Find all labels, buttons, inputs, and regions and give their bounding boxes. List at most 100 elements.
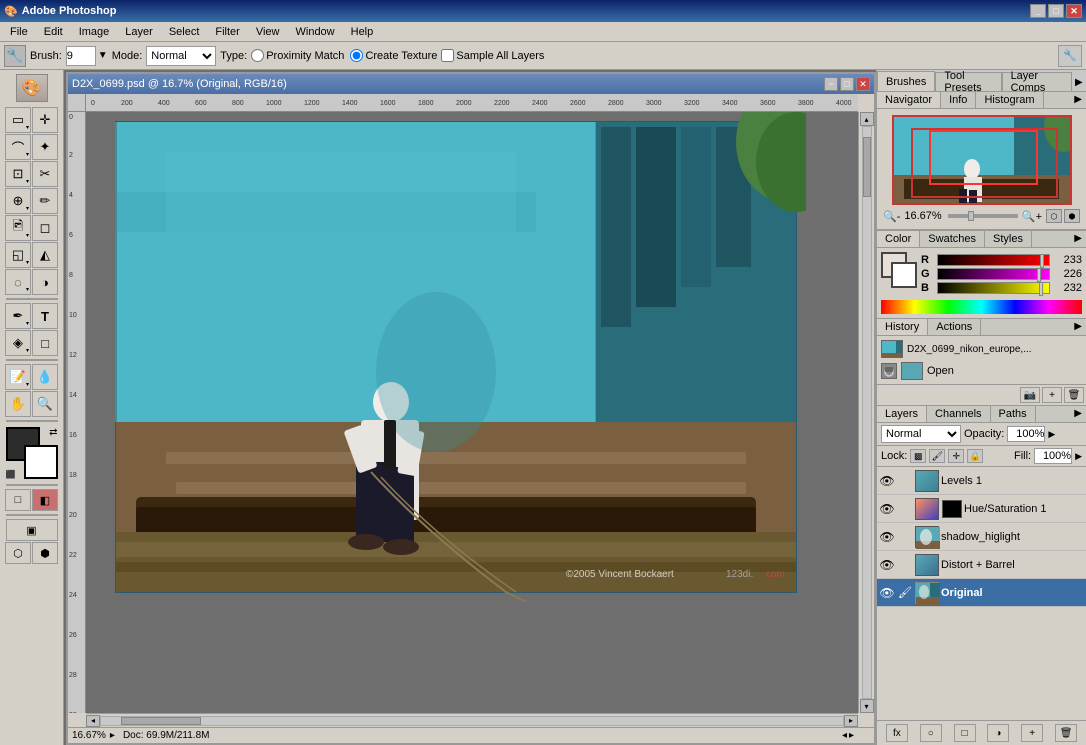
- opacity-input[interactable]: [1007, 426, 1045, 442]
- tab-paths[interactable]: Paths: [991, 406, 1036, 422]
- tab-color[interactable]: Color: [877, 231, 920, 247]
- menu-view[interactable]: View: [248, 24, 288, 40]
- tab-navigator[interactable]: Navigator: [877, 92, 941, 108]
- menu-filter[interactable]: Filter: [207, 24, 247, 40]
- magic-wand-tool[interactable]: ✦: [32, 134, 58, 160]
- history-snap-button[interactable]: 📷: [1020, 387, 1040, 403]
- shape-tool[interactable]: □: [32, 330, 58, 356]
- status-nav-buttons[interactable]: ◂ ▸: [842, 730, 854, 741]
- tab-tool-presets[interactable]: Tool Presets: [935, 72, 1001, 91]
- status-next[interactable]: ▸: [849, 730, 854, 741]
- menu-image[interactable]: Image: [71, 24, 118, 40]
- status-prev[interactable]: ◂: [842, 730, 847, 741]
- lock-all-button[interactable]: 🔒: [967, 449, 983, 463]
- reset-colors-button[interactable]: ⬛: [6, 470, 16, 479]
- history-delete-button[interactable]: 🗑: [1064, 387, 1084, 403]
- brush-size-input[interactable]: [66, 46, 96, 66]
- doc-window-controls[interactable]: − □ ✕: [824, 77, 870, 91]
- scrollbar-thumb-h[interactable]: [121, 717, 201, 725]
- menu-window[interactable]: Window: [288, 24, 343, 40]
- doc-maximize-button[interactable]: □: [840, 77, 854, 91]
- tab-brushes[interactable]: Brushes: [877, 71, 935, 91]
- tab-styles[interactable]: Styles: [985, 231, 1032, 247]
- healing-brush-tool[interactable]: ⊕▾: [5, 188, 31, 214]
- zoom-tool[interactable]: 🔍: [32, 391, 58, 417]
- create-texture-radio-label[interactable]: Create Texture: [350, 49, 437, 62]
- move-tool[interactable]: ✛: [32, 107, 58, 133]
- maximize-button[interactable]: □: [1048, 4, 1064, 18]
- gradient-tool[interactable]: ◱▾: [5, 242, 31, 268]
- blend-mode-select[interactable]: Normal: [881, 425, 961, 443]
- history-panel-menu[interactable]: ▶: [1070, 319, 1086, 335]
- panel-menu-button[interactable]: ▶: [1072, 73, 1086, 91]
- sample-all-layers-checkbox[interactable]: [441, 49, 454, 62]
- pencil-tool[interactable]: ✏: [32, 188, 58, 214]
- layer-brush-original[interactable]: 🖌: [897, 585, 913, 601]
- layer-visibility-hue[interactable]: 👁: [879, 501, 895, 517]
- lock-position-button[interactable]: ✛: [948, 449, 964, 463]
- background-swatch[interactable]: [891, 262, 917, 288]
- zoom-in-icon[interactable]: 🔍+: [1022, 210, 1042, 223]
- lock-transparent-button[interactable]: ▩: [910, 449, 926, 463]
- green-channel-slider[interactable]: [937, 268, 1050, 280]
- sample-all-layers-label[interactable]: Sample All Layers: [441, 49, 544, 62]
- history-action-item[interactable]: Open: [879, 360, 1084, 382]
- text-tool[interactable]: T: [32, 303, 58, 329]
- horizontal-scrollbar[interactable]: ◂ ▸: [86, 713, 858, 727]
- zoom-slider-thumb[interactable]: [968, 211, 974, 221]
- slice-tool[interactable]: ✂: [32, 161, 58, 187]
- path-select-tool[interactable]: ◈▾: [5, 330, 31, 356]
- scrollbar-track-h[interactable]: [100, 716, 844, 726]
- scroll-up-button[interactable]: ▴: [860, 112, 874, 126]
- layers-panel-menu[interactable]: ▶: [1070, 406, 1086, 422]
- blue-channel-slider[interactable]: [937, 282, 1050, 294]
- lasso-tool[interactable]: ⌒▾: [5, 134, 31, 160]
- tab-info[interactable]: Info: [941, 92, 976, 108]
- menu-select[interactable]: Select: [161, 24, 208, 40]
- layer-item-levels[interactable]: 👁 Levels 1: [877, 467, 1086, 495]
- tab-histogram[interactable]: Histogram: [976, 92, 1043, 108]
- mode-select[interactable]: Normal: [146, 46, 216, 66]
- layer-visibility-levels[interactable]: 👁: [879, 473, 895, 489]
- menu-file[interactable]: File: [2, 24, 36, 40]
- clone-stamp-tool[interactable]: 🖻▾: [5, 215, 31, 241]
- brush-dropdown-icon[interactable]: ▼: [98, 50, 108, 61]
- new-group-button[interactable]: □: [954, 724, 976, 742]
- add-style-button[interactable]: fx: [886, 724, 908, 742]
- zoom-slider-track[interactable]: [948, 214, 1018, 218]
- menu-help[interactable]: Help: [343, 24, 382, 40]
- nav-fit-button[interactable]: ⬡: [1046, 209, 1062, 223]
- eraser-tool[interactable]: ◻: [32, 215, 58, 241]
- red-channel-slider[interactable]: [937, 254, 1050, 266]
- layer-visibility-original[interactable]: 👁: [879, 585, 895, 601]
- create-texture-radio[interactable]: [350, 49, 363, 62]
- color-panel-menu[interactable]: ▶: [1070, 231, 1086, 247]
- new-adjustment-button[interactable]: ◑: [987, 724, 1009, 742]
- scroll-down-button[interactable]: ▾: [860, 699, 874, 713]
- zoom-out-icon[interactable]: 🔍-: [883, 210, 900, 223]
- scroll-right-button[interactable]: ▸: [844, 715, 858, 727]
- tab-history[interactable]: History: [877, 319, 928, 335]
- doc-close-button[interactable]: ✕: [856, 77, 870, 91]
- green-slider-thumb[interactable]: [1037, 268, 1041, 282]
- screen-mode-button[interactable]: ▣: [6, 519, 58, 541]
- eyedropper-tool[interactable]: 💧: [32, 364, 58, 390]
- proximity-match-radio-label[interactable]: Proximity Match: [251, 49, 344, 62]
- jump-to-imageready[interactable]: ⬡: [5, 542, 31, 564]
- tab-actions[interactable]: Actions: [928, 319, 981, 335]
- dodge-tool[interactable]: ◑: [32, 269, 58, 295]
- tab-layer-comps[interactable]: Layer Comps: [1002, 72, 1072, 91]
- menu-layer[interactable]: Layer: [117, 24, 161, 40]
- add-mask-button[interactable]: ○: [920, 724, 942, 742]
- blur-tool[interactable]: ◌▾: [5, 269, 31, 295]
- standard-mode-button[interactable]: □: [5, 489, 31, 511]
- layer-item-shadow[interactable]: 👁 shadow_higlight: [877, 523, 1086, 551]
- history-action-snap-button[interactable]: [881, 363, 897, 379]
- fill-arrow[interactable]: ▶: [1075, 451, 1082, 462]
- color-spectrum-bar[interactable]: [881, 300, 1082, 314]
- doc-minimize-button[interactable]: −: [824, 77, 838, 91]
- history-new-button[interactable]: +: [1042, 387, 1062, 403]
- hand-tool[interactable]: ✋: [5, 391, 31, 417]
- tab-channels[interactable]: Channels: [927, 406, 990, 422]
- minimize-button[interactable]: _: [1030, 4, 1046, 18]
